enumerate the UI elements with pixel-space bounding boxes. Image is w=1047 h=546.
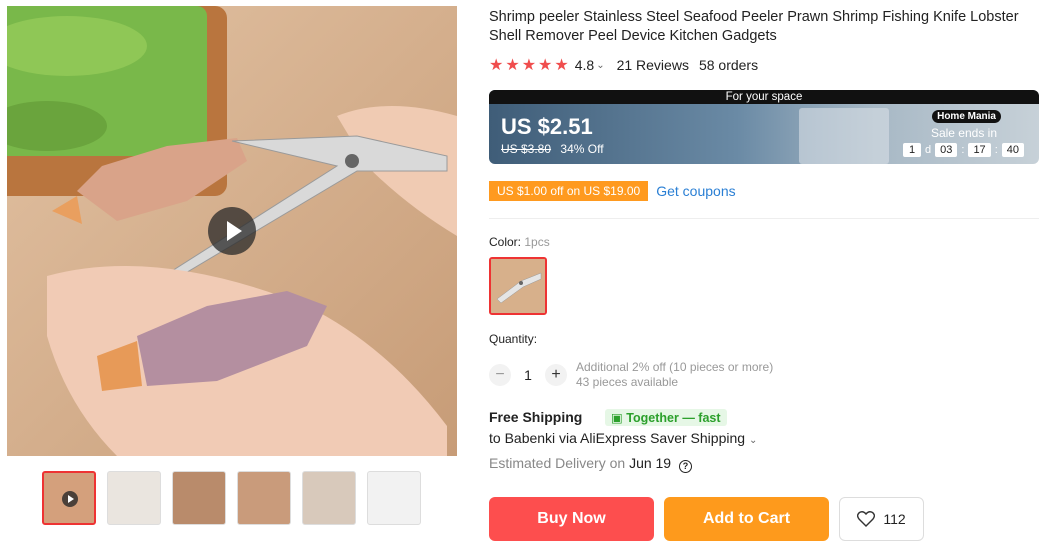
- star-icon: ★: [554, 57, 569, 74]
- color-option-1pcs[interactable]: [489, 257, 547, 315]
- chevron-down-icon[interactable]: ⌄: [749, 435, 757, 446]
- color-selected-value: 1pcs: [524, 235, 550, 249]
- add-to-cart-button[interactable]: Add to Cart: [664, 497, 829, 541]
- star-icon: ★: [521, 57, 537, 74]
- quantity-decrease-button[interactable]: −: [489, 364, 511, 386]
- reviews-link[interactable]: 21 Reviews: [617, 57, 689, 73]
- quantity-increase-button[interactable]: +: [545, 364, 567, 386]
- shipping-badge: ▣ Together — fast: [605, 409, 727, 426]
- countdown-separator: :: [994, 144, 998, 156]
- star-icon: ★: [505, 57, 520, 74]
- shipping-method-text[interactable]: to Babenki via AliExpress Saver Shipping: [489, 430, 745, 446]
- quantity-value[interactable]: 1: [511, 367, 545, 383]
- play-video-button[interactable]: [208, 207, 256, 255]
- product-title: Shrimp peeler Stainless Steel Seafood Pe…: [489, 9, 1019, 44]
- orders-count: 58 orders: [698, 57, 759, 73]
- banner-top-text: For your space: [489, 90, 1039, 104]
- swatch-image: [491, 259, 545, 313]
- countdown-days-label: d: [925, 144, 932, 156]
- countdown-seconds: 40: [1001, 143, 1024, 157]
- thumbnail-image[interactable]: [367, 471, 421, 525]
- banner-background-image: [799, 108, 889, 164]
- quantity-label: Quantity:: [489, 332, 538, 346]
- promo-banner[interactable]: For your space US $2.51 US $3.80 34% Off…: [489, 90, 1039, 164]
- countdown-separator: :: [961, 144, 965, 156]
- thumbnail-image[interactable]: [172, 471, 226, 525]
- wishlist-button[interactable]: 112: [839, 497, 924, 541]
- rating-value[interactable]: 4.8: [575, 57, 594, 73]
- thumbnail-video[interactable]: [42, 471, 96, 525]
- thumbnail-image[interactable]: [302, 471, 356, 525]
- store-badge: Home Mania: [932, 110, 1001, 123]
- truck-icon: ▣: [611, 411, 623, 425]
- price-original-row: US $3.80 34% Off: [501, 142, 604, 156]
- estimated-delivery: Estimated Delivery on Jun 19 ?: [489, 455, 692, 473]
- countdown-days: 1: [903, 143, 921, 157]
- play-icon: [62, 491, 78, 507]
- shipping-method[interactable]: to Babenki via AliExpress Saver Shipping…: [489, 430, 757, 446]
- heart-icon: [857, 511, 876, 527]
- delivery-date: Jun 19: [629, 455, 672, 471]
- shipping-title: Free Shipping: [489, 409, 583, 425]
- product-main-image[interactable]: [7, 6, 457, 456]
- countdown-hours: 03: [935, 143, 958, 157]
- thumbnail-image[interactable]: [237, 471, 291, 525]
- star-icon: ★: [538, 57, 553, 74]
- chevron-down-icon[interactable]: ⌄: [596, 60, 604, 71]
- stock-available: 43 pieces available: [576, 375, 679, 389]
- quantity-stepper: − 1 + Additional 2% off (10 pieces or mo…: [489, 360, 773, 390]
- sale-ends-label: Sale ends in: [930, 126, 997, 140]
- star-rating: ★ ★ ★ ★ ★: [489, 55, 569, 75]
- star-icon: ★: [489, 57, 504, 74]
- help-icon[interactable]: ?: [679, 460, 692, 473]
- original-price: US $3.80: [501, 142, 552, 156]
- color-label-text: Color:: [489, 235, 522, 249]
- bulk-discount-note: Additional 2% off (10 pieces or more): [576, 360, 774, 374]
- countdown-minutes: 17: [968, 143, 991, 157]
- quantity-note: Additional 2% off (10 pieces or more) 43…: [576, 360, 773, 390]
- countdown-timer: 1 d 03 : 17 : 40: [903, 143, 1024, 157]
- coupon-tag[interactable]: US $1.00 off on US $19.00: [489, 181, 649, 201]
- divider: [489, 218, 1039, 219]
- buy-now-button[interactable]: Buy Now: [489, 497, 654, 541]
- current-price: US $2.51: [501, 114, 593, 139]
- coupon-row: US $1.00 off on US $19.00 Get coupons: [489, 181, 736, 201]
- discount-badge: 34% Off: [560, 142, 604, 156]
- wishlist-count: 112: [883, 511, 906, 527]
- thumbnail-image[interactable]: [107, 471, 161, 525]
- delivery-label: Estimated Delivery on: [489, 455, 626, 471]
- rating-row: ★ ★ ★ ★ ★ 4.8 ⌄ 21 Reviews 58 orders: [489, 56, 758, 74]
- get-coupons-link[interactable]: Get coupons: [656, 183, 735, 199]
- color-label: Color: 1pcs: [489, 235, 550, 249]
- shipping-badge-text: Together — fast: [626, 411, 721, 425]
